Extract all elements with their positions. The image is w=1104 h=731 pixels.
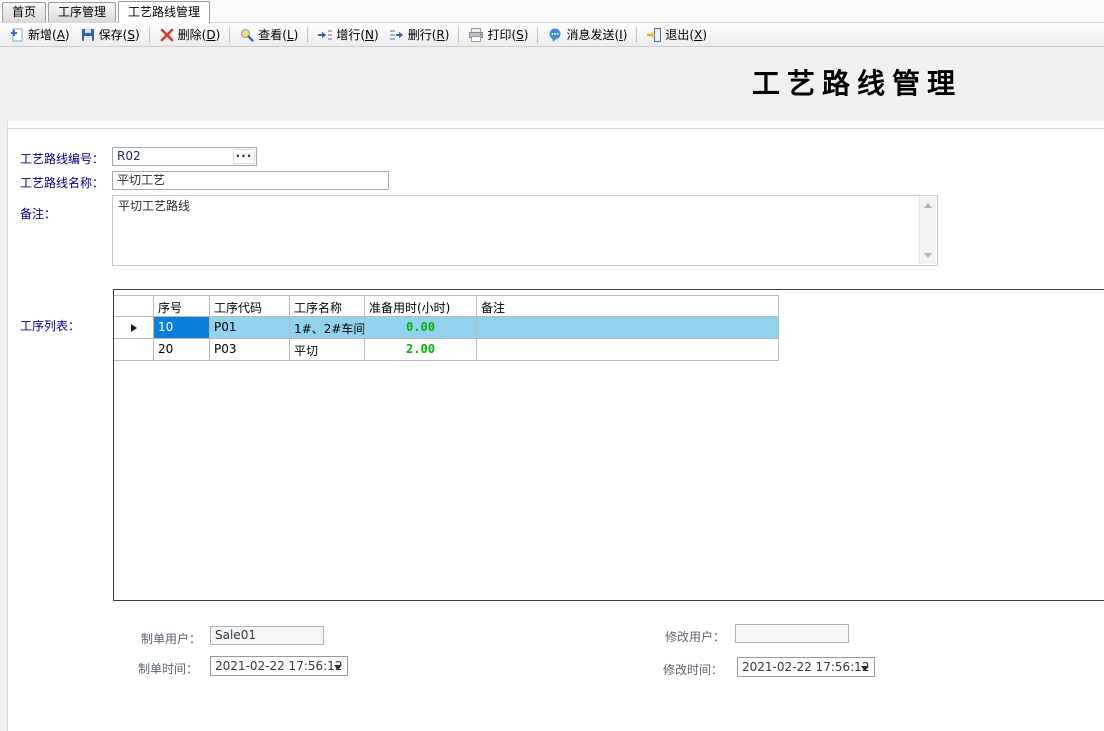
header-indicator: [114, 295, 154, 317]
create-time-combo[interactable]: 2021-02-22 17:56:12: [210, 656, 348, 676]
save-icon: [80, 27, 96, 43]
row-indicator-cell: [114, 317, 154, 339]
process-grid: 序号 工序代码 工序名称 准备用时(小时) 备注 10 P01 1#、2#车间 …: [113, 289, 1104, 601]
header-code[interactable]: 工序代码: [210, 295, 290, 317]
cell-seq[interactable]: 10: [154, 317, 210, 339]
route-name-input[interactable]: 平切工艺: [112, 171, 389, 190]
creator-input[interactable]: Sale01: [210, 626, 324, 645]
new-button[interactable]: 新增(A): [4, 25, 75, 45]
cell-remark[interactable]: [477, 317, 779, 339]
remark-value: 平切工艺路线: [118, 199, 190, 213]
remark-scrollbar[interactable]: [919, 197, 936, 264]
create-time-value: 2021-02-22 17:56:12: [215, 659, 342, 673]
tab-home[interactable]: 首页: [2, 2, 46, 22]
message-send-icon: [547, 27, 563, 43]
table-row[interactable]: 10 P01 1#、2#车间 0.00: [114, 317, 779, 339]
button-label: 删行(R): [408, 26, 450, 43]
toolbar-separator: [149, 27, 150, 43]
header-prep-time[interactable]: 准备用时(小时): [365, 295, 477, 317]
cell-code[interactable]: P03: [210, 339, 290, 361]
create-time-label: 制单时间：: [138, 660, 198, 677]
delete-row-icon: [389, 27, 405, 43]
table-row[interactable]: 20 P03 平切 2.00: [114, 339, 779, 361]
button-label: 保存(S): [99, 26, 140, 43]
header-remark[interactable]: 备注: [477, 295, 779, 317]
button-label: 退出(X): [665, 26, 707, 43]
tab-route-management[interactable]: 工艺路线管理: [118, 1, 210, 23]
print-icon: [468, 27, 484, 43]
remark-label: 备注：: [20, 205, 56, 222]
header-seq[interactable]: 序号: [154, 295, 210, 317]
exit-icon: [646, 27, 662, 43]
modifier-input[interactable]: [735, 624, 849, 643]
header-name[interactable]: 工序名称: [290, 295, 365, 317]
exit-button[interactable]: 退出(X): [641, 25, 712, 45]
button-label: 增行(N): [336, 26, 378, 43]
message-send-button[interactable]: 消息发送(I): [542, 25, 632, 45]
toolbar-separator: [537, 27, 538, 43]
process-list-label: 工序列表：: [20, 317, 80, 334]
tab-bar: 首页 工序管理 工艺路线管理: [0, 0, 1104, 23]
toolbar: 新增(A) 保存(S) 删除(D) 查看(L) 增行(N): [0, 23, 1104, 47]
route-code-input[interactable]: R02 ···: [112, 147, 257, 166]
button-label: 删除(D): [178, 26, 221, 43]
tab-process-management[interactable]: 工序管理: [48, 2, 116, 22]
cell-prep-time[interactable]: 0.00: [365, 317, 477, 339]
cell-prep-time[interactable]: 2.00: [365, 339, 477, 361]
route-code-label: 工艺路线编号：: [20, 150, 104, 167]
modify-time-label: 修改时间：: [663, 661, 723, 678]
button-label: 消息发送(I): [566, 26, 627, 43]
delete-button[interactable]: 删除(D): [154, 25, 226, 45]
scroll-down-icon[interactable]: [924, 253, 932, 258]
table-header-row: 序号 工序代码 工序名称 准备用时(小时) 备注: [114, 295, 779, 317]
toolbar-separator: [307, 27, 308, 43]
delete-icon: [159, 27, 175, 43]
cell-name[interactable]: 平切: [290, 339, 365, 361]
cell-seq[interactable]: 20: [154, 339, 210, 361]
page-title: 工艺路线管理: [752, 62, 962, 102]
view-icon: [239, 27, 255, 43]
cell-name[interactable]: 1#、2#车间: [290, 317, 365, 339]
ellipsis-button[interactable]: ···: [233, 149, 255, 164]
chevron-down-icon: [861, 666, 869, 671]
modify-time-value: 2021-02-22 17:56:12: [742, 660, 869, 674]
button-label: 查看(L): [258, 26, 298, 43]
save-button[interactable]: 保存(S): [75, 25, 145, 45]
panel-divider: [8, 128, 1104, 129]
route-code-value: R02: [117, 149, 141, 163]
route-name-label: 工艺路线名称：: [20, 174, 104, 191]
button-label: 打印(S): [487, 26, 528, 43]
new-document-icon: [9, 27, 25, 43]
cell-remark[interactable]: [477, 339, 779, 361]
remark-textarea[interactable]: 平切工艺路线: [112, 195, 938, 266]
view-button[interactable]: 查看(L): [234, 25, 303, 45]
toolbar-separator: [458, 27, 459, 43]
chevron-down-icon: [334, 665, 342, 670]
print-button[interactable]: 打印(S): [463, 25, 533, 45]
toolbar-separator: [229, 27, 230, 43]
modifier-label: 修改用户：: [665, 628, 725, 645]
insert-row-button[interactable]: 增行(N): [312, 25, 383, 45]
insert-row-icon: [317, 27, 333, 43]
row-indicator-cell: [114, 339, 154, 361]
row-indicator-icon: [131, 324, 137, 332]
delete-row-button[interactable]: 删行(R): [384, 25, 455, 45]
button-label: 新增(A): [28, 26, 70, 43]
cell-code[interactable]: P01: [210, 317, 290, 339]
process-table: 序号 工序代码 工序名称 准备用时(小时) 备注 10 P01 1#、2#车间 …: [114, 295, 779, 361]
scroll-up-icon[interactable]: [924, 203, 932, 208]
creator-label: 制单用户：: [141, 630, 201, 647]
toolbar-separator: [636, 27, 637, 43]
modify-time-combo[interactable]: 2021-02-22 17:56:12: [737, 657, 875, 677]
